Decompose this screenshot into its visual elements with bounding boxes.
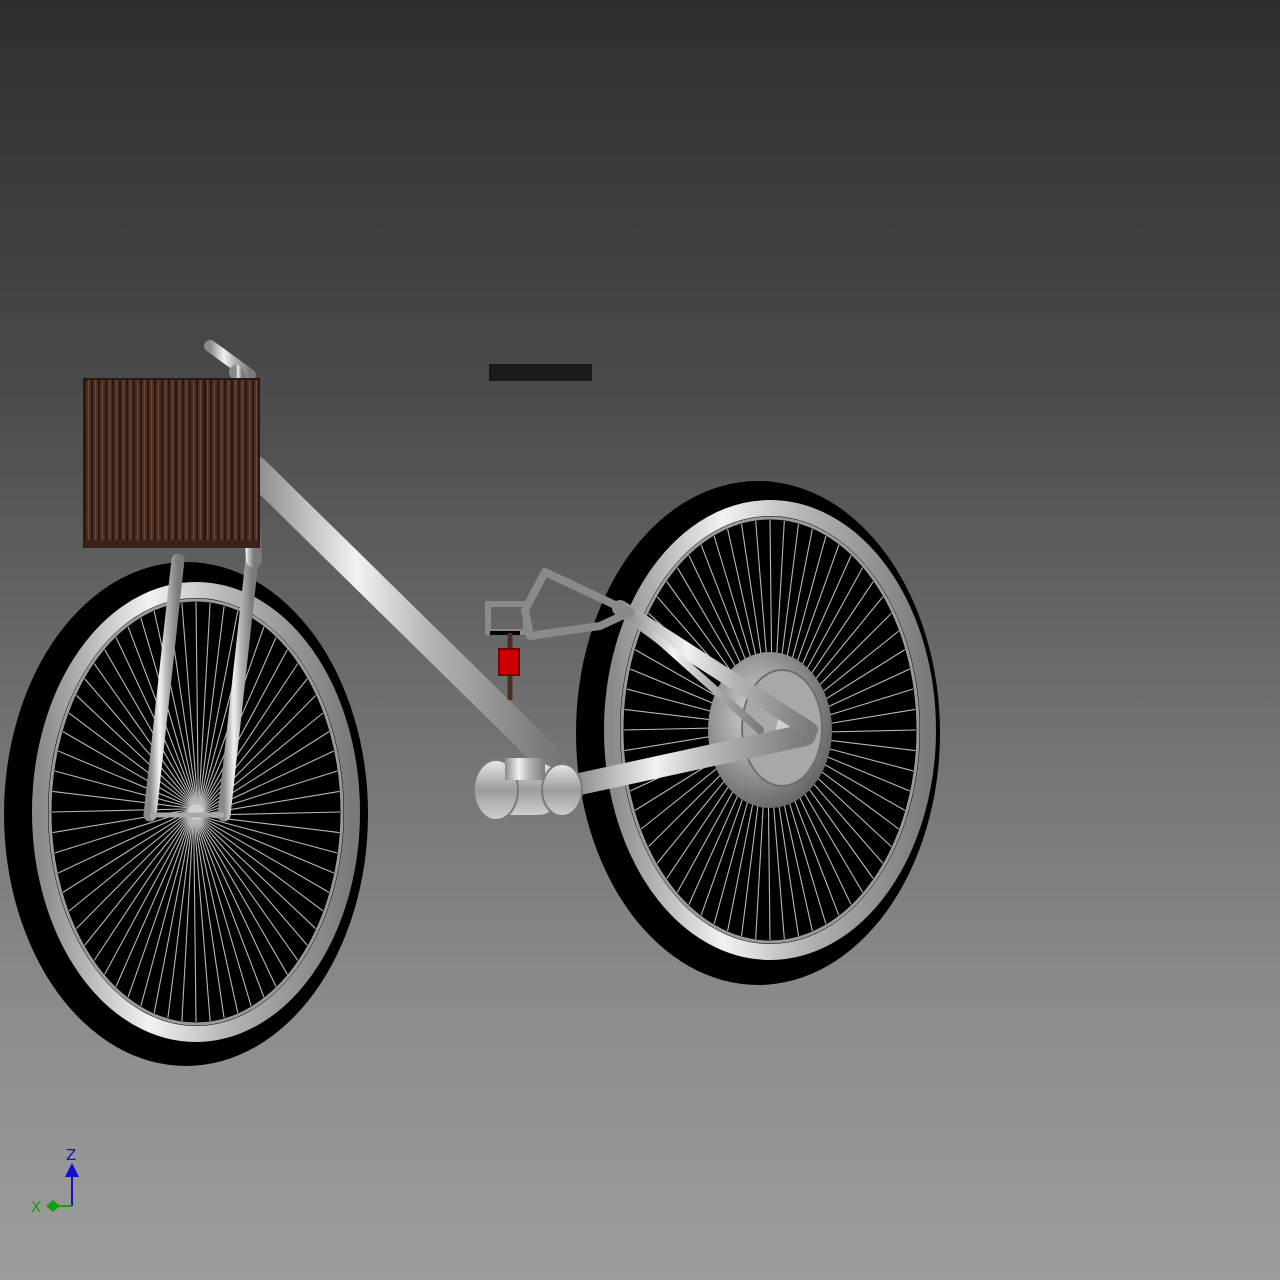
front-hub <box>188 804 204 820</box>
3d-viewport[interactable]: Z X <box>0 0 1280 1280</box>
axis-z-label: Z <box>66 1146 77 1164</box>
bottom-bracket[interactable] <box>473 758 583 821</box>
axis-triad: Z X <box>28 1144 98 1219</box>
bicycle-model[interactable] <box>0 0 1280 1280</box>
axis-x-label: X <box>31 1198 42 1216</box>
saddle[interactable] <box>489 364 592 381</box>
red-lock-block <box>498 648 520 676</box>
front-basket[interactable] <box>83 378 260 548</box>
